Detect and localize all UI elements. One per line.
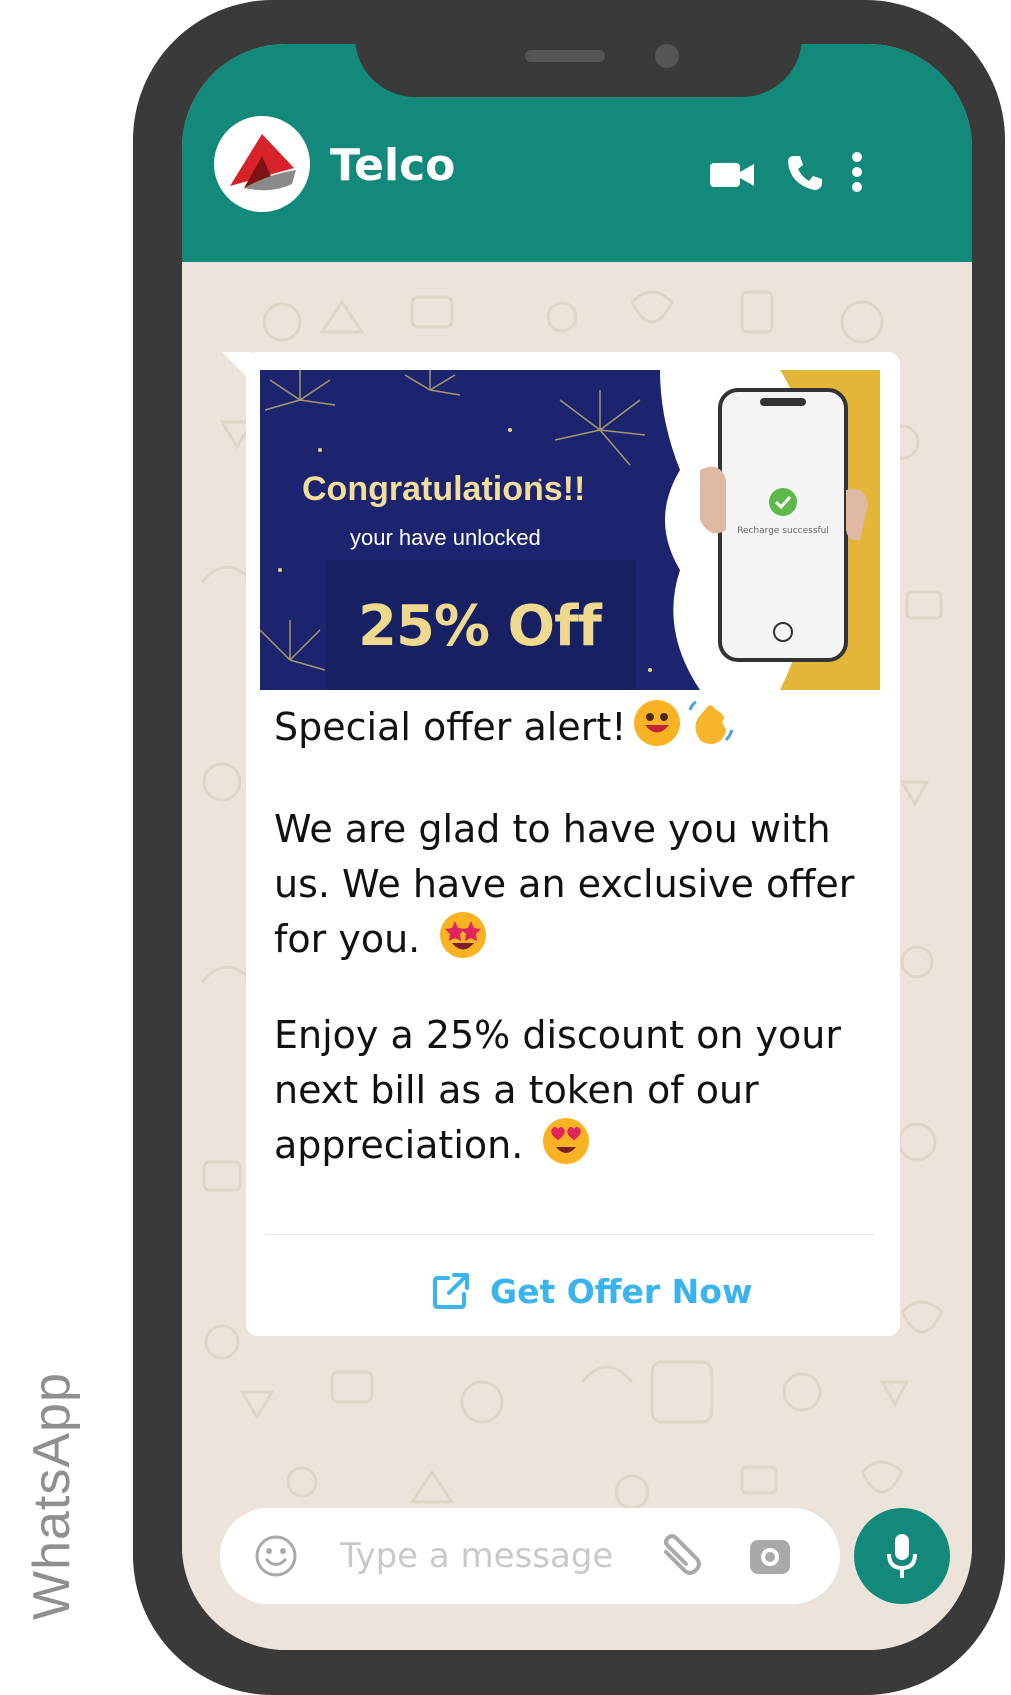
paragraph-1-text: Special offer alert! [274, 705, 627, 749]
banner-headline: Congratulations!! [302, 470, 586, 508]
phone-screen-text: Recharge successful [737, 526, 829, 536]
message-paragraph-1: Special offer alert! [274, 700, 864, 755]
mic-button[interactable] [854, 1508, 950, 1604]
message-composer: Type a message [220, 1508, 840, 1604]
cta-label: Get Offer Now [490, 1271, 753, 1311]
external-link-icon [433, 1273, 469, 1309]
speaker-grille [525, 50, 605, 62]
video-call-icon[interactable] [710, 160, 754, 190]
grinning-face-emoji-icon [634, 700, 681, 746]
attach-icon[interactable] [656, 1534, 704, 1578]
get-offer-now-button[interactable]: Get Offer Now [432, 1266, 752, 1316]
contact-name[interactable]: Telco [330, 140, 455, 191]
message-input[interactable]: Type a message [340, 1536, 613, 1576]
phone-illustration: Recharge successful [660, 370, 880, 690]
discount-box: 25% Off [326, 560, 636, 690]
phone-screen: Telco Congratulations!! your have unlock… [182, 44, 972, 1650]
waving-hand-emoji-icon [688, 700, 734, 746]
paragraph-2-text: We are glad to have you with us. We have… [274, 807, 855, 961]
phone-notch [355, 0, 802, 97]
star-struck-emoji-icon [440, 912, 487, 958]
cta-divider [266, 1234, 874, 1235]
camera-icon[interactable] [748, 1534, 792, 1578]
message-paragraph-3: Enjoy a 25% discount on your next bill a… [274, 1008, 864, 1173]
offer-banner-image: Congratulations!! your have unlocked 25%… [260, 370, 880, 690]
mic-icon [887, 1534, 917, 1578]
telco-logo-icon [230, 134, 296, 191]
message-paragraph-2: We are glad to have you with us. We have… [274, 802, 864, 967]
contact-avatar[interactable] [214, 116, 310, 212]
more-options-icon[interactable] [850, 152, 864, 192]
whatsapp-side-label: WhatsApp [23, 1372, 81, 1620]
discount-text: 25% Off [358, 594, 602, 659]
banner-subline: your have unlocked [350, 525, 541, 550]
voice-call-icon[interactable] [786, 154, 824, 192]
front-camera [655, 44, 679, 68]
emoji-icon[interactable] [254, 1534, 298, 1578]
heart-eyes-emoji-icon [543, 1118, 590, 1164]
